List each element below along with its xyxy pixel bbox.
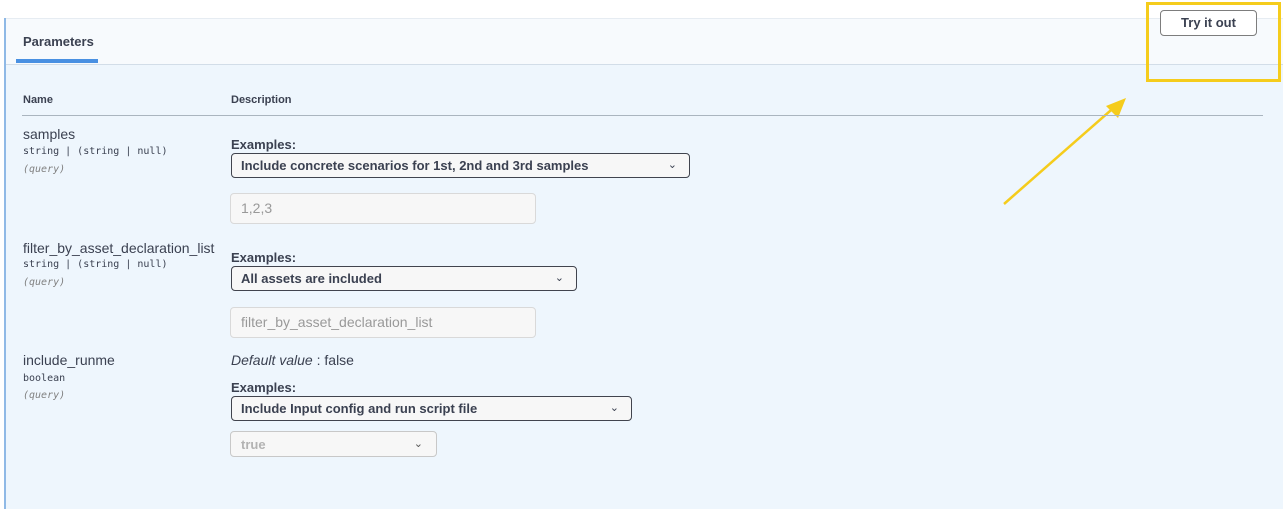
filter-examples-select[interactable]: All assets are included ⌄: [231, 266, 577, 291]
chevron-down-icon: ⌄: [609, 402, 619, 414]
param-type: boolean: [23, 373, 66, 384]
select-value: All assets are included: [241, 271, 382, 286]
param-type: string | (string | null): [23, 259, 168, 270]
param-name-filter-by-asset-declaration-list: filter_by_asset_declaration_list: [23, 240, 215, 256]
column-header-name: Name: [23, 94, 53, 106]
annotation-arrow-icon: [1003, 98, 1126, 205]
annotation-highlight-box: [1146, 2, 1281, 82]
examples-label: Examples:: [231, 250, 297, 265]
header-divider: [22, 115, 1263, 116]
select-value: true: [241, 437, 266, 452]
select-value: Include Input config and run script file: [241, 401, 478, 416]
include-runme-examples-select[interactable]: Include Input config and run script file…: [231, 396, 632, 421]
default-value-line: Default value : false: [231, 352, 354, 368]
default-value: false: [324, 352, 354, 368]
column-header-description: Description: [231, 94, 292, 106]
param-name-samples: samples: [23, 126, 76, 142]
param-location: (query): [23, 277, 66, 288]
chevron-down-icon: ⌄: [667, 159, 677, 171]
include-runme-boolean-select[interactable]: true ⌄: [230, 431, 437, 457]
select-value: Include concrete scenarios for 1st, 2nd …: [241, 158, 589, 173]
default-separator: :: [312, 352, 325, 368]
chevron-down-icon: ⌄: [554, 272, 564, 284]
samples-examples-select[interactable]: Include concrete scenarios for 1st, 2nd …: [231, 153, 690, 178]
tab-parameters[interactable]: Parameters: [16, 19, 98, 63]
default-value-label: Default value: [231, 352, 313, 368]
examples-label: Examples:: [231, 137, 297, 152]
param-name-include-runme: include_runme: [23, 352, 115, 368]
param-location: (query): [23, 164, 66, 175]
panel-header: Parameters: [6, 18, 1283, 65]
examples-label: Examples:: [231, 380, 297, 395]
chevron-down-icon: ⌄: [413, 438, 423, 450]
filter-by-asset-declaration-list-input[interactable]: filter_by_asset_declaration_list: [230, 307, 536, 338]
param-type: string | (string | null): [23, 146, 168, 157]
param-location: (query): [23, 390, 66, 401]
samples-input[interactable]: 1,2,3: [230, 193, 536, 224]
